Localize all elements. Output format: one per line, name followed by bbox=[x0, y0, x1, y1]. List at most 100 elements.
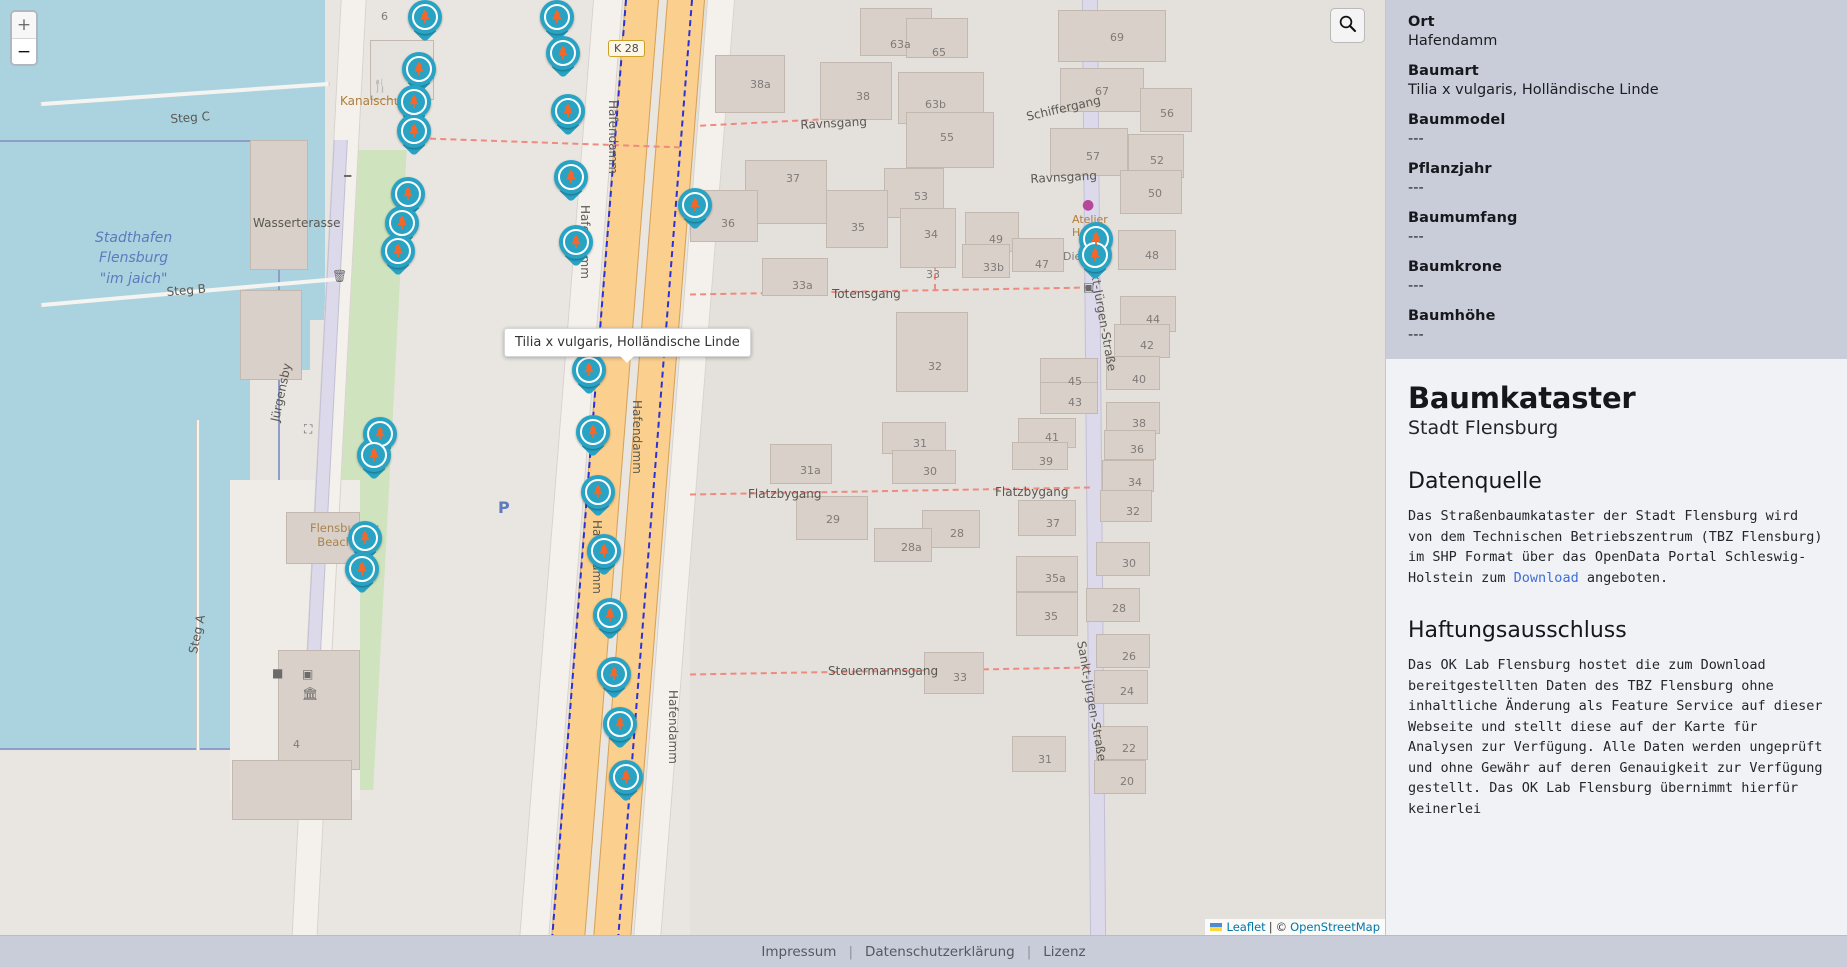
tree-icon bbox=[408, 0, 442, 34]
tree-icon bbox=[603, 707, 637, 741]
building-number: 28 bbox=[1112, 602, 1126, 615]
building-number: 34 bbox=[1128, 476, 1142, 489]
tree-marker[interactable] bbox=[554, 160, 588, 205]
zoom-control[interactable]: + − bbox=[10, 10, 38, 66]
zoom-out-button[interactable]: − bbox=[12, 38, 36, 64]
building-number: 6 bbox=[381, 10, 388, 23]
info-value-baumhoehe: --- bbox=[1408, 327, 1825, 343]
building-number: 4 bbox=[293, 738, 300, 751]
attribution-separator: | bbox=[1269, 920, 1273, 934]
building-number: 31a bbox=[800, 464, 821, 477]
tree-marker[interactable] bbox=[357, 438, 391, 483]
sidebar[interactable]: Ort Hafendamm Baumart Tilia x vulgaris, … bbox=[1385, 0, 1847, 935]
building bbox=[250, 140, 308, 270]
building-number: 35 bbox=[1044, 610, 1058, 623]
tree-icon bbox=[554, 160, 588, 194]
leaflet-link[interactable]: Leaflet bbox=[1227, 920, 1266, 934]
info-value-baumkrone: --- bbox=[1408, 278, 1825, 294]
info-value-baumumfang: --- bbox=[1408, 229, 1825, 245]
tree-icon bbox=[357, 438, 391, 472]
tree-marker[interactable] bbox=[609, 760, 643, 805]
download-link[interactable]: Download bbox=[1514, 570, 1579, 586]
pier-steg-a bbox=[196, 420, 200, 750]
tree-marker[interactable] bbox=[572, 353, 606, 398]
building-number: 41 bbox=[1045, 431, 1059, 444]
restaurant-icon: 🍴 bbox=[372, 80, 388, 93]
map-pane[interactable]: 638a3863a6563b69675655575237535036353449… bbox=[0, 0, 1385, 935]
building-number: 29 bbox=[826, 513, 840, 526]
tree-icon bbox=[540, 0, 574, 34]
tree-icon bbox=[559, 225, 593, 259]
baumkataster-app: 638a3863a6563b69675655575237535036353449… bbox=[0, 0, 1847, 967]
building-number: 33 bbox=[953, 671, 967, 684]
tree-marker[interactable] bbox=[551, 94, 585, 139]
info-value-baummodel: --- bbox=[1408, 131, 1825, 147]
building-number: 37 bbox=[786, 172, 800, 185]
tree-marker[interactable] bbox=[559, 225, 593, 270]
footer-link-lizenz[interactable]: Lizenz bbox=[1031, 944, 1097, 960]
waste-basket-icon: 🗑 bbox=[332, 270, 347, 282]
building-number: 65 bbox=[932, 46, 946, 59]
leaflet-flag-icon bbox=[1210, 923, 1222, 931]
tree-marker[interactable] bbox=[546, 36, 580, 81]
shop-icon: ● bbox=[1082, 198, 1094, 212]
building bbox=[232, 760, 352, 820]
building-number: 47 bbox=[1035, 258, 1049, 271]
info-term-baummodel: Baummodel bbox=[1408, 112, 1825, 128]
tree-marker[interactable] bbox=[593, 598, 627, 643]
openstreetmap-link[interactable]: OpenStreetMap bbox=[1290, 920, 1380, 934]
building bbox=[278, 650, 360, 770]
tree-icon bbox=[678, 188, 712, 222]
tree-marker[interactable] bbox=[576, 415, 610, 460]
tree-marker[interactable] bbox=[678, 188, 712, 233]
tree-marker[interactable] bbox=[397, 114, 431, 159]
tree-icon bbox=[345, 552, 379, 586]
zoom-in-button[interactable]: + bbox=[12, 12, 36, 38]
building-number: 69 bbox=[1110, 31, 1124, 44]
tree-marker[interactable] bbox=[345, 552, 379, 597]
info-term-baumumfang: Baumumfang bbox=[1408, 210, 1825, 226]
tree-icon bbox=[609, 760, 643, 794]
building-number: 30 bbox=[1122, 557, 1136, 570]
road-label: Steuermannsgang bbox=[828, 664, 938, 678]
tree-icon bbox=[572, 353, 606, 387]
map-attribution: Leaflet | © OpenStreetMap bbox=[1205, 919, 1385, 935]
building-number: 32 bbox=[928, 360, 942, 373]
tree-marker[interactable] bbox=[581, 475, 615, 520]
building-number: 35 bbox=[851, 221, 865, 234]
info-value-ort: Hafendamm bbox=[1408, 33, 1825, 49]
building-number: 40 bbox=[1132, 373, 1146, 386]
tree-marker[interactable] bbox=[597, 657, 631, 702]
museum-icon: 🏛 bbox=[302, 688, 319, 701]
building-number: 35a bbox=[1045, 572, 1066, 585]
haftungsausschluss-text: Das OK Lab Flensburg hostet die zum Down… bbox=[1408, 655, 1825, 819]
road-label: Hafendamm bbox=[666, 690, 680, 764]
footer-link-datenschutz[interactable]: Datenschutzerklärung bbox=[853, 944, 1027, 960]
water-label: Stadthafen Flensburg "im jaich" bbox=[95, 228, 172, 289]
map-canvas[interactable]: 638a3863a6563b69675655575237535036353449… bbox=[0, 0, 1385, 935]
info-term-baumkrone: Baumkrone bbox=[1408, 259, 1825, 275]
building bbox=[826, 190, 888, 248]
tree-marker[interactable] bbox=[603, 707, 637, 752]
building-number: 30 bbox=[923, 465, 937, 478]
building-number: 33b bbox=[983, 261, 1004, 274]
building-number: 48 bbox=[1145, 249, 1159, 262]
tree-marker[interactable] bbox=[587, 534, 621, 579]
building-number: 52 bbox=[1150, 154, 1164, 167]
tree-icon bbox=[593, 598, 627, 632]
search-button[interactable] bbox=[1330, 8, 1365, 43]
footer-link-impressum[interactable]: Impressum bbox=[749, 944, 848, 960]
info-term-baumhoehe: Baumhöhe bbox=[1408, 308, 1825, 324]
tree-marker[interactable] bbox=[408, 0, 442, 45]
building-number: 36 bbox=[1130, 443, 1144, 456]
tree-marker[interactable] bbox=[1078, 238, 1112, 283]
bench-icon: ━ bbox=[344, 170, 351, 182]
picnic-icon: ▣ bbox=[302, 668, 313, 680]
tree-marker[interactable] bbox=[381, 234, 415, 279]
info-icon: ■ bbox=[272, 667, 283, 679]
info-term-pflanzjahr: Pflanzjahr bbox=[1408, 161, 1825, 177]
building-number: 33a bbox=[792, 279, 813, 292]
building-number: 39 bbox=[1039, 455, 1053, 468]
building-number: 49 bbox=[989, 233, 1003, 246]
info-value-pflanzjahr: --- bbox=[1408, 180, 1825, 196]
